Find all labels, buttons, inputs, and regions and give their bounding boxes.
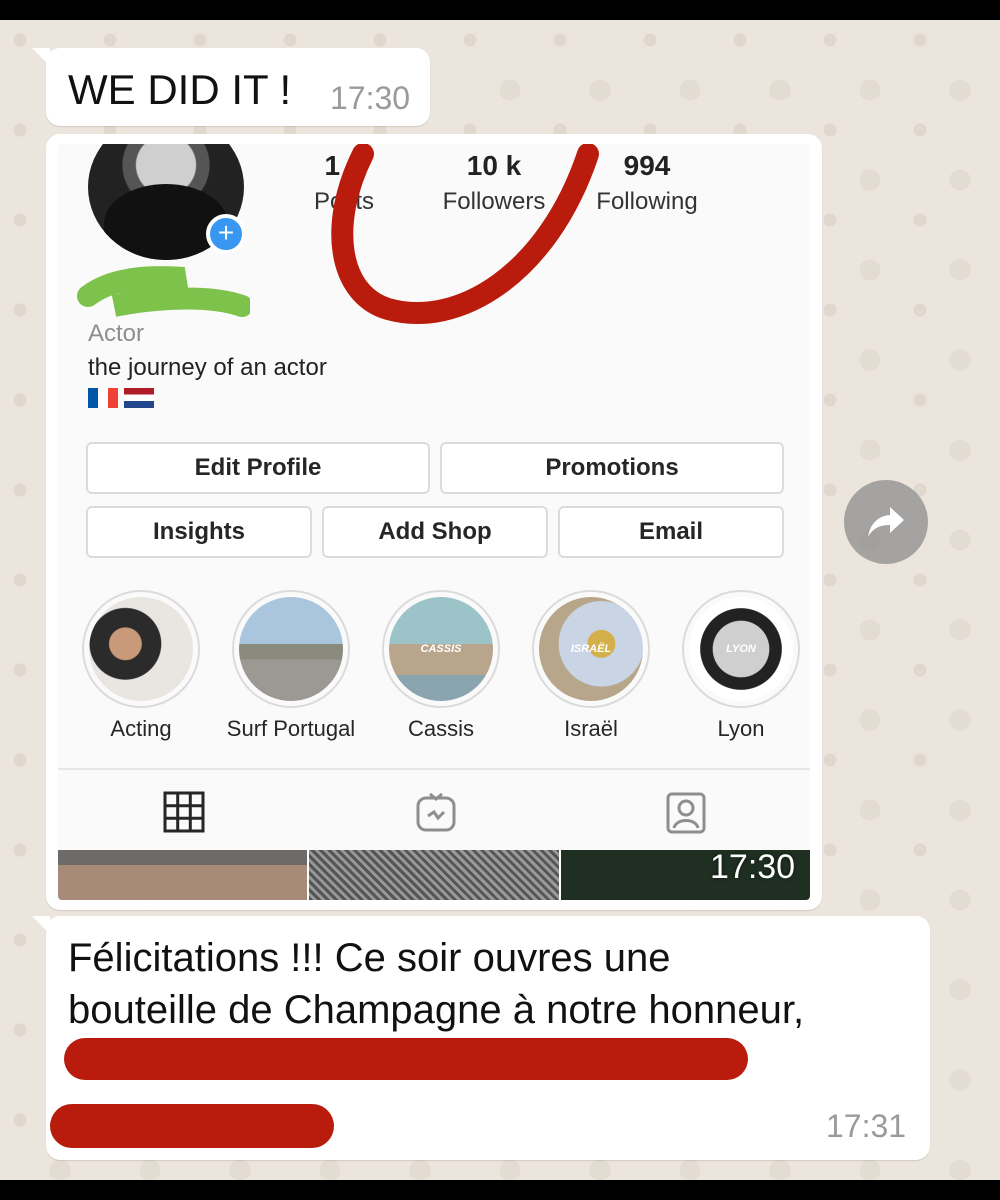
promotions-button[interactable]: Promotions	[440, 442, 784, 494]
highlight-cassis[interactable]: CASSIS Cassis	[382, 590, 500, 742]
highlight-cover	[239, 597, 343, 701]
profile-tabs	[58, 768, 810, 852]
stat-following: 994 Following	[596, 150, 698, 215]
message-bubble-we-did-it[interactable]: WE DID IT ! 17:30	[32, 48, 430, 126]
france-flag-icon	[88, 388, 118, 408]
message-bubble-felicitations[interactable]: Félicitations !!! Ce soir ouvres une bou…	[32, 916, 930, 1160]
message-time: 17:30	[710, 848, 796, 886]
instagram-profile-screenshot[interactable]: + 1 3 Posts 10 k Followers 994 Following…	[58, 144, 810, 900]
red-redaction-mark	[50, 1104, 334, 1148]
stat-posts: 1 3 Posts	[313, 150, 375, 215]
highlight-cover: CASSIS	[389, 597, 493, 701]
forward-button[interactable]	[844, 480, 928, 564]
insights-button[interactable]: Insights	[86, 506, 312, 558]
message-time: 17:30	[330, 80, 411, 116]
green-redaction-scribble	[77, 266, 250, 317]
highlight-surf-portugal[interactable]: Surf Portugal	[227, 590, 355, 742]
email-button[interactable]: Email	[558, 506, 784, 558]
bubble-tail	[32, 916, 50, 934]
netherlands-flag-icon	[124, 388, 154, 408]
tagged-icon[interactable]	[664, 790, 708, 834]
bubble-tail	[32, 48, 50, 66]
profile-category: Actor	[88, 320, 145, 347]
highlight-cover	[89, 597, 193, 701]
navigation-bar	[0, 1180, 1000, 1200]
igtv-icon[interactable]	[414, 790, 458, 834]
post-thumbnail[interactable]	[58, 850, 310, 900]
message-time: 17:31	[826, 1108, 907, 1144]
red-redaction-mark	[64, 1038, 748, 1080]
highlight-acting[interactable]: Acting	[82, 590, 200, 742]
post-grid-preview	[58, 850, 810, 900]
highlight-cover: ISRAËL	[539, 597, 643, 701]
stat-followers: 10 k Followers	[442, 150, 546, 215]
highlight-lyon[interactable]: LYON Lyon	[682, 590, 800, 742]
forward-arrow-icon	[868, 507, 904, 537]
add-shop-button[interactable]: Add Shop	[322, 506, 548, 558]
message-text: WE DID IT !	[68, 66, 292, 113]
add-story-plus-icon: +	[206, 214, 246, 254]
edit-profile-button[interactable]: Edit Profile	[86, 442, 430, 494]
highlight-israel[interactable]: ISRAËL Israël	[532, 590, 650, 742]
profile-bio: the journey of an actor	[88, 354, 327, 381]
flag-emojis	[88, 388, 154, 408]
message-text: Félicitations !!! Ce soir ouvres une bou…	[68, 936, 805, 1032]
status-bar	[0, 0, 1000, 20]
post-thumbnail[interactable]	[309, 850, 561, 900]
highlight-cover: LYON	[689, 597, 793, 701]
grid-icon[interactable]	[162, 790, 206, 834]
message-bubble-image[interactable]: + 1 3 Posts 10 k Followers 994 Following…	[46, 134, 822, 910]
